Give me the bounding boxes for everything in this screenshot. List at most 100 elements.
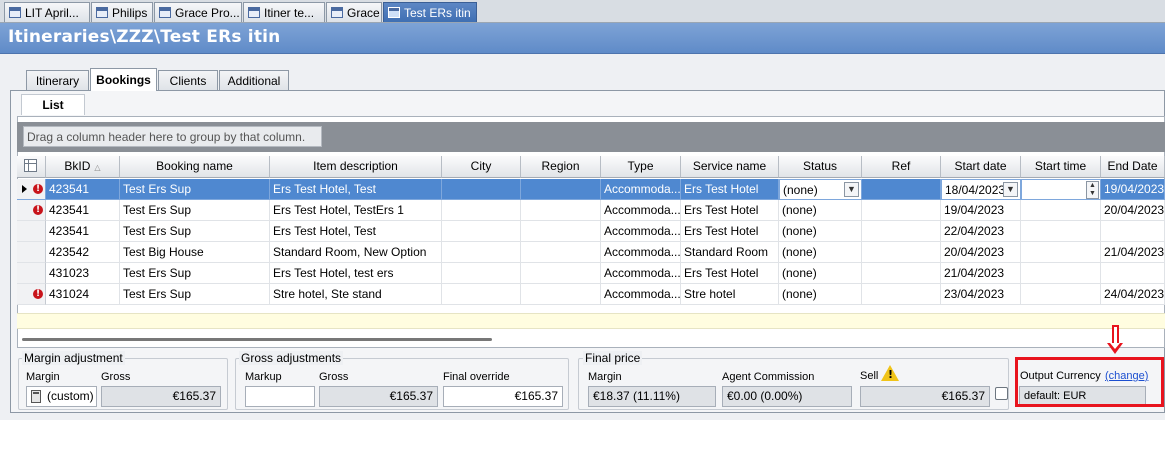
cell-start-date[interactable]: 23/04/2023: [941, 284, 1021, 305]
cell-start-time[interactable]: [1021, 263, 1101, 284]
horizontal-scrollbar[interactable]: [22, 338, 492, 341]
cell-ref[interactable]: [862, 263, 941, 284]
cell-end-date[interactable]: [1101, 221, 1165, 242]
cell-region[interactable]: [521, 200, 601, 221]
cell-end-date[interactable]: [1101, 263, 1165, 284]
cell-ref[interactable]: [862, 179, 941, 200]
column-header-booking-name[interactable]: Booking name: [120, 156, 270, 178]
cell-item-description[interactable]: Ers Test Hotel, test ers: [270, 263, 442, 284]
cell-item-description[interactable]: Ers Test Hotel, Test: [270, 221, 442, 242]
cell-end-date[interactable]: 24/04/2023: [1101, 284, 1165, 305]
cell-city[interactable]: [442, 284, 521, 305]
doc-tab-philips[interactable]: Philips: [91, 2, 153, 22]
column-header-item-description[interactable]: Item description: [270, 156, 442, 178]
cell-status[interactable]: (none): [779, 284, 862, 305]
column-header-end-date[interactable]: End Date: [1101, 156, 1165, 178]
new-row[interactable]: [17, 313, 1165, 329]
cell-start-time[interactable]: [1021, 200, 1101, 221]
cell-item-description[interactable]: Standard Room, New Option: [270, 242, 442, 263]
cell-end-date[interactable]: 19/04/2023: [1101, 179, 1165, 200]
cell-city[interactable]: [442, 221, 521, 242]
row-indicator[interactable]: [17, 263, 46, 284]
table-row[interactable]: 423541 Test Ers Sup Ers Test Hotel, Test Ac…: [17, 221, 1165, 242]
column-header-start-date[interactable]: Start date: [941, 156, 1021, 178]
cell-item-description[interactable]: Ers Test Hotel, TestErs 1: [270, 200, 442, 221]
column-chooser-icon[interactable]: [24, 159, 37, 172]
cell-start-date[interactable]: 21/04/2023: [941, 263, 1021, 284]
chevron-down-icon[interactable]: ▼: [1003, 182, 1018, 197]
column-header-start-time[interactable]: Start time: [1021, 156, 1101, 178]
cell-type[interactable]: Accommoda...: [601, 242, 681, 263]
cell-city[interactable]: [442, 200, 521, 221]
cell-start-time[interactable]: ▲ ▼: [1021, 179, 1101, 200]
row-indicator[interactable]: !: [17, 179, 46, 200]
column-header-city[interactable]: City: [442, 156, 521, 178]
doc-tab-test-ers-itin[interactable]: Test ERs itin: [383, 2, 477, 22]
tab-itinerary[interactable]: Itinerary: [26, 70, 89, 90]
cell-start-time[interactable]: [1021, 242, 1101, 263]
cell-status[interactable]: (none) ▼: [779, 179, 862, 200]
cell-start-date[interactable]: 20/04/2023: [941, 242, 1021, 263]
column-header-status[interactable]: Status: [779, 156, 862, 178]
tab-clients[interactable]: Clients: [158, 70, 218, 90]
cell-type[interactable]: Accommoda...: [601, 200, 681, 221]
cell-bkid[interactable]: 423541: [46, 221, 120, 242]
chevron-down-icon[interactable]: ▼: [844, 182, 859, 197]
column-header-region[interactable]: Region: [521, 156, 601, 178]
doc-tab-grace[interactable]: Grace: [326, 2, 382, 22]
cell-start-time[interactable]: [1021, 284, 1101, 305]
cell-service-name[interactable]: Standard Room: [681, 242, 779, 263]
cell-start-date[interactable]: 22/04/2023: [941, 221, 1021, 242]
table-row[interactable]: ! 423541 Test Ers Sup Ers Test Hotel, TestE…: [17, 200, 1165, 221]
cell-ref[interactable]: [862, 221, 941, 242]
cell-booking-name[interactable]: Test Ers Sup: [120, 179, 270, 200]
table-row[interactable]: 431023 Test Ers Sup Ers Test Hotel, test e…: [17, 263, 1165, 284]
cell-type[interactable]: Accommoda...: [601, 284, 681, 305]
cell-ref[interactable]: [862, 284, 941, 305]
column-header-ref[interactable]: Ref: [862, 156, 941, 178]
calculator-icon[interactable]: [31, 390, 41, 403]
table-row[interactable]: ! 431024 Test Ers Sup Stre hotel, Ste stand…: [17, 284, 1165, 305]
cell-item-description[interactable]: Ers Test Hotel, Test: [270, 179, 442, 200]
cell-service-name[interactable]: Ers Test Hotel: [681, 221, 779, 242]
cell-status[interactable]: (none): [779, 221, 862, 242]
cell-status[interactable]: (none): [779, 200, 862, 221]
cell-service-name[interactable]: Ers Test Hotel: [681, 200, 779, 221]
markup-input[interactable]: [245, 386, 315, 407]
doc-tab-grace-pro[interactable]: Grace Pro...: [154, 2, 242, 22]
time-spinner[interactable]: ▲ ▼: [1086, 181, 1099, 199]
cell-end-date[interactable]: 20/04/2023: [1101, 200, 1165, 221]
table-row[interactable]: ! 423541 Test Ers Sup Ers Test Hotel, Test A…: [17, 179, 1165, 200]
cell-bkid[interactable]: 423541: [46, 200, 120, 221]
cell-booking-name[interactable]: Test Ers Sup: [120, 263, 270, 284]
tab-additional[interactable]: Additional: [219, 70, 289, 90]
column-header-type[interactable]: Type: [601, 156, 681, 178]
cell-booking-name[interactable]: Test Ers Sup: [120, 200, 270, 221]
column-header-bkid[interactable]: BkID △: [46, 156, 120, 178]
column-chooser-header[interactable]: [17, 156, 46, 178]
cell-ref[interactable]: [862, 200, 941, 221]
row-indicator[interactable]: !: [17, 200, 46, 221]
cell-bkid[interactable]: 431024: [46, 284, 120, 305]
cell-item-description[interactable]: Stre hotel, Ste stand: [270, 284, 442, 305]
cell-end-date[interactable]: 21/04/2023: [1101, 242, 1165, 263]
cell-region[interactable]: [521, 179, 601, 200]
subtab-list[interactable]: List: [21, 94, 85, 115]
cell-city[interactable]: [442, 242, 521, 263]
final-override-input[interactable]: €165.37: [443, 386, 563, 407]
cell-start-time[interactable]: [1021, 221, 1101, 242]
cell-service-name[interactable]: Ers Test Hotel: [681, 179, 779, 200]
sell-lock-checkbox[interactable]: [995, 387, 1008, 400]
cell-status[interactable]: (none): [779, 263, 862, 284]
cell-type[interactable]: Accommoda...: [601, 263, 681, 284]
cell-bkid[interactable]: 431023: [46, 263, 120, 284]
cell-city[interactable]: [442, 179, 521, 200]
tab-bookings[interactable]: Bookings: [90, 68, 157, 91]
cell-city[interactable]: [442, 263, 521, 284]
doc-tab-lit-april[interactable]: LIT April...: [4, 2, 90, 22]
cell-start-date[interactable]: 19/04/2023: [941, 200, 1021, 221]
cell-service-name[interactable]: Stre hotel: [681, 284, 779, 305]
cell-bkid[interactable]: 423542: [46, 242, 120, 263]
cell-region[interactable]: [521, 263, 601, 284]
margin-field[interactable]: (custom): [26, 386, 97, 407]
